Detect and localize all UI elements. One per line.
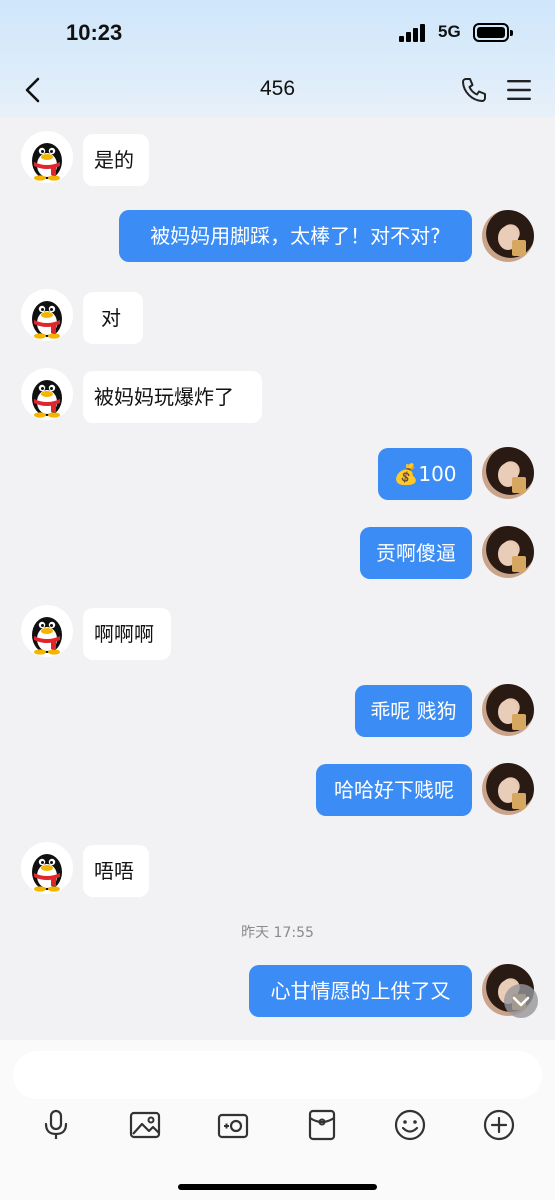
message-bubble-incoming[interactable]: 是的 — [83, 134, 149, 186]
red-packet-icon[interactable] — [305, 1108, 339, 1142]
message-bubble-outgoing[interactable]: 哈哈好下贱呢 — [316, 764, 472, 816]
chevron-down-icon — [512, 996, 530, 1007]
message-bubble-incoming[interactable]: 啊啊啊 — [83, 608, 171, 660]
menu-icon[interactable] — [506, 78, 532, 102]
message-bubble-outgoing[interactable]: 心甘情愿的上供了又 — [249, 965, 472, 1017]
image-icon[interactable] — [128, 1108, 162, 1142]
contact-avatar[interactable] — [21, 131, 73, 183]
signal-icon — [399, 24, 429, 42]
message-bubble-outgoing[interactable]: 被妈妈用脚踩，太棒了！对不对? — [119, 210, 472, 262]
contact-avatar[interactable] — [21, 842, 73, 894]
contact-avatar[interactable] — [21, 605, 73, 657]
plus-icon[interactable] — [482, 1108, 516, 1142]
message-bubble-outgoing[interactable]: 贡啊傻逼 — [360, 527, 472, 579]
message-input[interactable] — [13, 1051, 542, 1099]
my-avatar[interactable] — [482, 210, 534, 262]
home-indicator[interactable] — [178, 1184, 377, 1190]
status-time: 10:23 — [66, 20, 123, 45]
message-bubble-incoming[interactable]: 对 — [83, 292, 143, 344]
my-avatar[interactable] — [482, 684, 534, 736]
message-bubble-incoming[interactable]: 唔唔 — [83, 845, 149, 897]
microphone-icon[interactable] — [39, 1108, 73, 1142]
emoji-icon[interactable] — [393, 1108, 427, 1142]
scroll-to-bottom-button[interactable] — [504, 984, 538, 1018]
phone-icon[interactable] — [460, 76, 488, 104]
message-bubble-outgoing[interactable]: 乖呢 贱狗 — [355, 685, 472, 737]
camera-icon[interactable] — [216, 1108, 250, 1142]
contact-avatar[interactable] — [21, 368, 73, 420]
contact-avatar[interactable] — [21, 289, 73, 341]
battery-icon — [473, 23, 513, 42]
message-bubble-incoming[interactable]: 被妈妈玩爆炸了 — [83, 371, 262, 423]
network-type: 5G — [438, 22, 461, 41]
message-bubble-outgoing[interactable]: 💰100 — [378, 448, 472, 500]
my-avatar[interactable] — [482, 763, 534, 815]
my-avatar[interactable] — [482, 526, 534, 578]
my-avatar[interactable] — [482, 447, 534, 499]
message-timestamp: 昨天 17:55 — [241, 925, 314, 941]
